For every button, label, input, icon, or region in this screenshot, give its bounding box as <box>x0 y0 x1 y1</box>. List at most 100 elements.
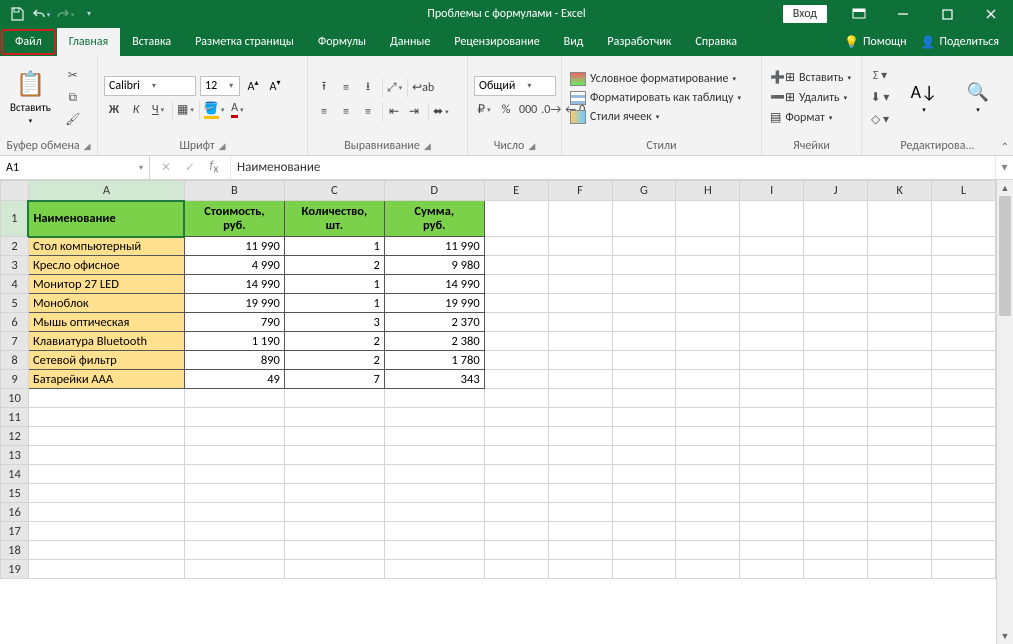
cell[interactable] <box>548 332 612 351</box>
cell[interactable] <box>612 294 676 313</box>
cell[interactable] <box>384 560 484 579</box>
font-name-select[interactable]: Calibri▾ <box>104 76 196 96</box>
cell[interactable] <box>740 503 804 522</box>
cell[interactable] <box>804 256 868 275</box>
cell[interactable] <box>184 560 284 579</box>
cell[interactable] <box>804 560 868 579</box>
cell[interactable] <box>804 522 868 541</box>
col-header[interactable]: C <box>284 181 384 201</box>
cell[interactable] <box>740 351 804 370</box>
row-header[interactable]: 1 <box>1 201 29 237</box>
cell[interactable] <box>804 541 868 560</box>
undo-icon[interactable]: ▾ <box>30 3 52 25</box>
cell[interactable] <box>676 522 740 541</box>
tab-view[interactable]: Вид <box>552 28 596 56</box>
tell-me-button[interactable]: 💡Помощн <box>844 35 907 50</box>
cell[interactable] <box>28 503 184 522</box>
row-header[interactable]: 17 <box>1 522 29 541</box>
cell[interactable]: 1 780 <box>384 351 484 370</box>
cell[interactable] <box>28 465 184 484</box>
cell[interactable] <box>804 427 868 446</box>
cell[interactable] <box>740 294 804 313</box>
scroll-down-icon[interactable]: ▼ <box>997 628 1013 644</box>
cell[interactable] <box>740 370 804 389</box>
cell[interactable] <box>804 201 868 237</box>
cell[interactable] <box>676 560 740 579</box>
share-button[interactable]: 👤Поделиться <box>921 35 999 50</box>
cell[interactable]: 49 <box>184 370 284 389</box>
cell[interactable]: Сумма,руб. <box>384 201 484 237</box>
cell[interactable] <box>484 201 548 237</box>
cell[interactable] <box>284 541 384 560</box>
spreadsheet-grid[interactable]: A B C D E F G H I J K L 1НаименованиеСто… <box>0 180 996 579</box>
cell[interactable] <box>384 465 484 484</box>
cell[interactable]: 11 990 <box>384 237 484 256</box>
cell[interactable] <box>868 237 932 256</box>
dialog-launcher-icon[interactable]: ◢ <box>84 141 91 152</box>
cell[interactable] <box>548 465 612 484</box>
cell[interactable] <box>548 275 612 294</box>
row-header[interactable]: 2 <box>1 237 29 256</box>
maximize-icon[interactable] <box>927 0 967 28</box>
cell[interactable]: Моноблок <box>28 294 184 313</box>
cell[interactable]: 790 <box>184 313 284 332</box>
cell[interactable]: 343 <box>384 370 484 389</box>
cell[interactable] <box>612 465 676 484</box>
cell[interactable]: 2 380 <box>384 332 484 351</box>
dialog-launcher-icon[interactable]: ◢ <box>219 141 226 152</box>
cell[interactable] <box>284 427 384 446</box>
cell[interactable] <box>868 332 932 351</box>
cell[interactable] <box>740 313 804 332</box>
row-header[interactable]: 6 <box>1 313 29 332</box>
col-header[interactable]: K <box>868 181 932 201</box>
cell[interactable] <box>932 370 996 389</box>
row-header[interactable]: 3 <box>1 256 29 275</box>
format-painter-icon[interactable]: 🖌 <box>63 111 83 129</box>
fx-icon[interactable]: fx <box>206 159 222 176</box>
cell[interactable] <box>384 522 484 541</box>
cell[interactable] <box>676 332 740 351</box>
cell[interactable] <box>184 446 284 465</box>
cell[interactable] <box>804 351 868 370</box>
cancel-formula-icon[interactable]: ✕ <box>158 160 174 175</box>
cell[interactable] <box>484 351 548 370</box>
cell[interactable] <box>868 560 932 579</box>
tab-developer[interactable]: Разработчик <box>595 28 683 56</box>
row-header[interactable]: 15 <box>1 484 29 503</box>
cell[interactable] <box>384 484 484 503</box>
cell[interactable] <box>804 408 868 427</box>
number-format-select[interactable]: Общий▾ <box>474 76 556 96</box>
tab-formulas[interactable]: Формулы <box>306 28 378 56</box>
name-box[interactable]: A1▾ <box>0 156 150 179</box>
cell[interactable] <box>932 294 996 313</box>
cell[interactable] <box>676 446 740 465</box>
cell[interactable]: 1 <box>284 237 384 256</box>
cell[interactable] <box>868 427 932 446</box>
vertical-scrollbar[interactable]: ▲ ▼ <box>996 180 1013 644</box>
row-header[interactable]: 13 <box>1 446 29 465</box>
cell[interactable] <box>484 256 548 275</box>
comma-format-icon[interactable]: 000 <box>518 100 538 120</box>
login-button[interactable]: Вход <box>783 5 827 23</box>
underline-button[interactable]: Ч▾ <box>148 100 168 120</box>
clear-icon[interactable]: ◇ ▾ <box>870 111 890 129</box>
fill-color-button[interactable]: 🪣▾ <box>199 100 225 120</box>
cell[interactable]: 2 <box>284 256 384 275</box>
row-header[interactable]: 14 <box>1 465 29 484</box>
row-header[interactable]: 11 <box>1 408 29 427</box>
cell[interactable] <box>484 389 548 408</box>
cell[interactable] <box>868 370 932 389</box>
dialog-launcher-icon[interactable]: ◢ <box>424 141 431 152</box>
cell[interactable] <box>484 294 548 313</box>
cell[interactable] <box>932 446 996 465</box>
cell[interactable] <box>932 201 996 237</box>
cell[interactable] <box>284 484 384 503</box>
paste-button[interactable]: 📋 Вставить ▾ <box>6 68 55 127</box>
row-header[interactable]: 7 <box>1 332 29 351</box>
cell[interactable] <box>868 541 932 560</box>
ribbon-display-icon[interactable] <box>839 0 879 28</box>
cell[interactable] <box>676 541 740 560</box>
cell[interactable] <box>676 484 740 503</box>
row-header[interactable]: 10 <box>1 389 29 408</box>
sort-filter-button[interactable]: A↓▾ <box>902 79 946 116</box>
